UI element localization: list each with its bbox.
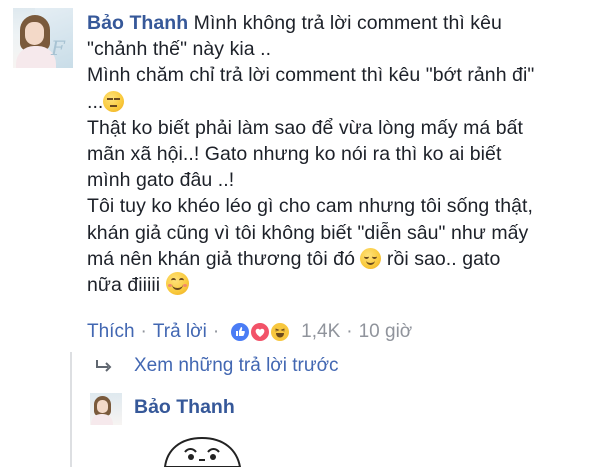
reply-author[interactable]: Bảo Thanh	[134, 396, 235, 419]
comment-text-line: Tôi tuy ko khéo léo gì cho cam nhưng tôi…	[87, 195, 533, 218]
reply-avatar[interactable]	[90, 393, 122, 425]
comment-text-line: mình gato đâu ..!	[87, 169, 235, 192]
love-icon	[249, 321, 272, 343]
comment-text-line: ...	[87, 90, 104, 113]
view-previous-replies-link[interactable]: Xem những trả lời trước	[134, 355, 339, 377]
comment-body: Bảo Thanh Mình không trả lời comment thì…	[87, 10, 592, 298]
reply-thread-line	[70, 352, 72, 467]
reply-arrow-icon	[96, 360, 112, 372]
unamused-face-icon	[103, 90, 125, 112]
separator: ·	[140, 321, 147, 342]
comment-text-line: Mình chăm chỉ trả lời comment thì kêu "b…	[87, 64, 535, 87]
relieved-face-icon	[360, 247, 382, 269]
comment-timestamp[interactable]: 10 giờ	[359, 321, 413, 343]
comment-text-line: "chảnh thế" này kia ..	[87, 38, 272, 61]
separator: ·	[346, 321, 353, 342]
comment-text-line: Thật ko biết phải làm sao để vừa lòng mấ…	[87, 116, 524, 139]
sticker-image	[163, 436, 242, 467]
commenter-avatar[interactable]: F	[13, 8, 73, 68]
haha-icon	[269, 321, 292, 343]
comment-text-line: Mình không trả lời comment thì kêu	[193, 12, 502, 34]
reply-link[interactable]: Trả lời	[153, 321, 207, 343]
like-link[interactable]: Thích	[87, 321, 135, 343]
comment-text-line: má nên khán giả thương tôi đó	[87, 247, 355, 270]
separator: ·	[212, 321, 220, 342]
comment-author[interactable]: Bảo Thanh	[87, 12, 188, 34]
comment-text-line: rồi sao.. gato	[386, 247, 501, 270]
comment-text-line: khán giả cũng vì tôi không biết "diễn sâ…	[87, 221, 529, 244]
comment-text-line: mãn xã hội..! Gato nhưng ko nói ra thì k…	[87, 143, 502, 166]
reactions-summary[interactable]	[229, 320, 297, 344]
smiling-face-icon	[165, 272, 189, 296]
reaction-count[interactable]: 1,4K	[301, 321, 340, 343]
comment-text-line: nữa điiiii	[87, 274, 161, 297]
like-icon	[229, 321, 252, 343]
comment-actions: Thích · Trả lời · 1,4K · 10 giờ	[87, 319, 412, 345]
